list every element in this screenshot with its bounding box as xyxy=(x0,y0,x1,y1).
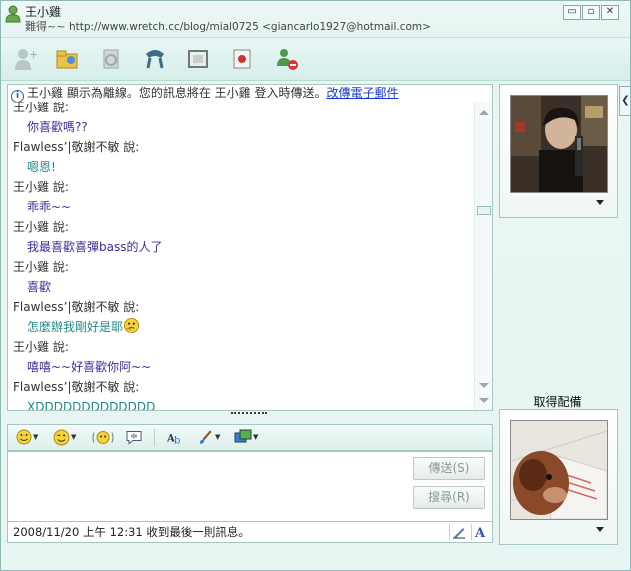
paint-brush-icon xyxy=(199,429,212,444)
games-icon[interactable] xyxy=(228,45,256,73)
send-file-icon[interactable] xyxy=(97,45,125,73)
message-body: XDDDDDDDDDDDDD xyxy=(27,400,156,411)
svg-text:b: b xyxy=(174,435,180,446)
offline-notice-text: 王小雞 顯示為離線。您的訊息將在 王小雞 登入時傳送。 xyxy=(27,86,327,100)
message-text: 你喜歡嗎?? xyxy=(13,117,468,137)
message-text: 乖乖~~ xyxy=(13,197,468,217)
handwriting-button[interactable] xyxy=(449,524,468,540)
close-button[interactable]: ✕ xyxy=(601,5,619,20)
my-picture-caption: 取得配備 xyxy=(533,395,582,409)
send-button[interactable]: 傳送(S) xyxy=(413,457,485,480)
message-sender: 王小雞 說: xyxy=(13,260,69,274)
contact-status-line: 難得~~ http://www.wretch.cc/blog/mial0725 … xyxy=(25,18,431,34)
buddy-status-icon xyxy=(5,5,21,23)
background-image-icon xyxy=(234,429,252,443)
status-url: http://www.wretch.cc/blog/mial0725 <gian… xyxy=(68,21,431,33)
message-text: 我最喜歡喜彈bass的人了 xyxy=(13,237,468,257)
message-text: 嘻嘻~~好喜歡你阿~~ xyxy=(13,357,468,377)
last-message-time: 2008/11/20 上午 12:31 收到最後一則訊息。 xyxy=(13,525,250,539)
contact-picture-dropdown-icon[interactable] xyxy=(596,200,604,205)
svg-text:A: A xyxy=(474,526,486,539)
message-body: 嘻嘻~~好喜歡你阿~~ xyxy=(27,360,152,374)
conversation-history[interactable]: 王小雞 說: 你喜歡嗎?? Flawless’|敬謝不敏 說: 嗯恩! 王小雞 說: 乖乖… xyxy=(7,102,493,411)
pen-icon xyxy=(453,528,465,539)
my-picture-panel xyxy=(499,409,618,545)
nudge-button[interactable] xyxy=(92,428,114,446)
chat-window: 王小雞 難得~~ http://www.wretch.cc/blog/mial0… xyxy=(0,0,631,571)
message-text: 喜歡 xyxy=(13,277,468,297)
resize-grip[interactable] xyxy=(231,412,267,418)
contact-display-picture[interactable] xyxy=(510,95,608,193)
input-toolbar: ▼ ▼ Ab ▼ ▼ xyxy=(7,424,493,451)
nudge-icon xyxy=(92,430,114,444)
font-button[interactable]: Ab xyxy=(166,428,186,446)
scroll-down-arrow-icon[interactable] xyxy=(479,383,489,388)
message-sender: 王小雞 說: xyxy=(13,102,69,114)
message-sender: Flawless’|敬謝不敏 說: xyxy=(13,300,140,314)
main-toolbar: + xyxy=(1,37,630,81)
message-text: 怎麼辦我剛好是耶 xyxy=(13,317,468,337)
send-email-link[interactable]: 改傳電子郵件 xyxy=(326,86,398,100)
text-a-icon: A xyxy=(474,526,486,539)
emoticon-menu-button[interactable]: ▼ xyxy=(16,428,38,446)
message-body: 喜歡 xyxy=(27,280,52,294)
message-body: 我最喜歡喜彈bass的人了 xyxy=(27,240,163,254)
message-body: 怎麼辦我剛好是耶 xyxy=(27,320,124,334)
search-button[interactable]: 搜尋(R) xyxy=(413,486,485,509)
my-picture-dropdown-icon[interactable] xyxy=(596,527,604,532)
svg-text:+: + xyxy=(29,48,38,61)
voice-call-icon[interactable] xyxy=(141,45,169,73)
wink-icon xyxy=(53,429,70,445)
scroll-up-arrow-icon[interactable] xyxy=(479,110,489,115)
thinking-emoticon-icon xyxy=(123,317,140,334)
collapse-pane-button[interactable]: ❮ xyxy=(619,86,630,116)
message-input[interactable]: 傳送(S) 搜尋(R) xyxy=(7,451,493,523)
share-folder-icon[interactable] xyxy=(53,45,81,73)
message-sender: 王小雞 說: xyxy=(13,220,69,234)
my-display-picture[interactable] xyxy=(510,420,608,520)
backgrounds-menu-button[interactable]: ▼ xyxy=(234,428,258,446)
text-mode-button[interactable]: A xyxy=(471,524,490,540)
message-sender: 王小雞 說: xyxy=(13,340,69,354)
message-text: XDDDDDDDDDDDDD xyxy=(13,397,468,411)
offline-notification-bar: i 王小雞 顯示為離線。您的訊息將在 王小雞 登入時傳送。改傳電子郵件 xyxy=(7,84,493,103)
scroll-end-arrow-icon[interactable] xyxy=(479,398,489,403)
message-body: 嗯恩! xyxy=(27,160,56,174)
message-sender: 王小雞 說: xyxy=(13,180,69,194)
background-menu-button[interactable]: ▼ xyxy=(197,428,220,446)
contact-picture-panel xyxy=(499,84,618,218)
message-text: 嗯恩! xyxy=(13,157,468,177)
video-call-icon[interactable] xyxy=(184,45,212,73)
voice-clip-icon xyxy=(126,430,142,444)
emoticon-icon xyxy=(16,429,32,445)
message-sender: Flawless’|敬謝不敏 說: xyxy=(13,380,140,394)
status-bar: 2008/11/20 上午 12:31 收到最後一則訊息。 A xyxy=(7,521,493,543)
wink-menu-button[interactable]: ▼ xyxy=(53,428,76,446)
message-body: 乖乖~~ xyxy=(27,200,72,214)
conversation-scrollbar[interactable] xyxy=(474,102,492,410)
font-icon: Ab xyxy=(166,433,180,446)
invite-contact-icon[interactable]: + xyxy=(11,45,39,73)
minimize-button[interactable]: ▭ xyxy=(563,5,581,20)
message-list: 王小雞 說: 你喜歡嗎?? Flawless’|敬謝不敏 說: 嗯恩! 王小雞 說: 乖乖… xyxy=(13,102,468,411)
block-contact-icon[interactable] xyxy=(273,45,301,73)
toolbar-divider xyxy=(154,429,155,446)
message-body: 你喜歡嗎?? xyxy=(27,120,88,134)
status-message: 難得~~ xyxy=(25,20,66,33)
voice-clip-button[interactable] xyxy=(125,428,143,446)
maximize-button[interactable]: ▫ xyxy=(582,5,600,20)
message-sender: Flawless’|敬謝不敏 說: xyxy=(13,140,140,154)
scroll-thumb[interactable] xyxy=(477,206,491,215)
